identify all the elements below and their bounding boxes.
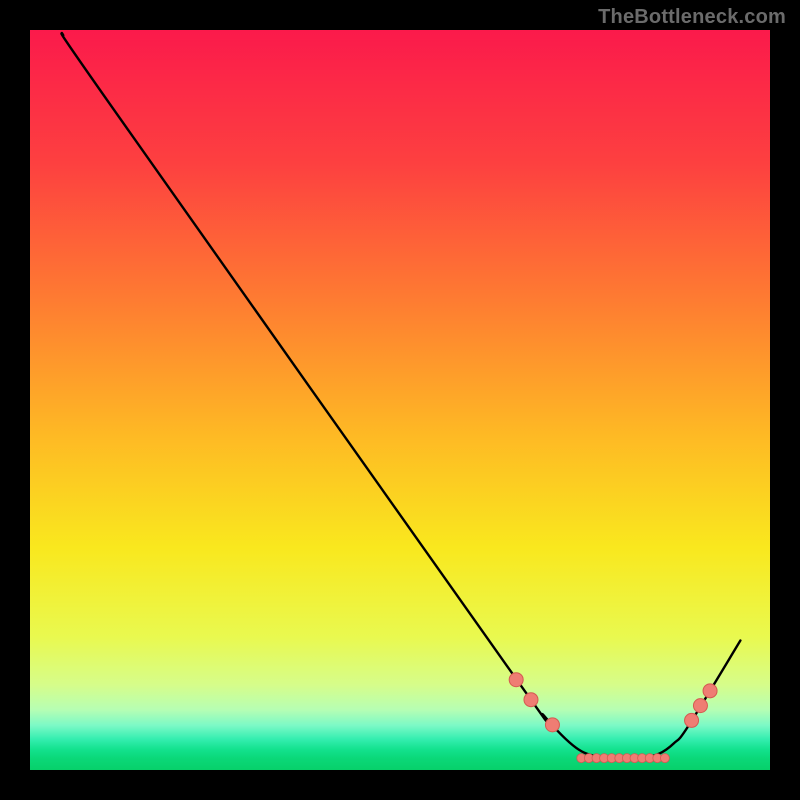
- chart-stage: TheBottleneck.com: [0, 0, 800, 800]
- slope-marker: [545, 718, 559, 732]
- slope-marker: [703, 684, 717, 698]
- gradient-background: [30, 30, 770, 770]
- slope-marker: [685, 713, 699, 727]
- slope-marker: [524, 693, 538, 707]
- valley-marker: [660, 754, 669, 763]
- slope-marker: [509, 673, 523, 687]
- slope-marker: [693, 699, 707, 713]
- bottleneck-chart: [0, 0, 800, 800]
